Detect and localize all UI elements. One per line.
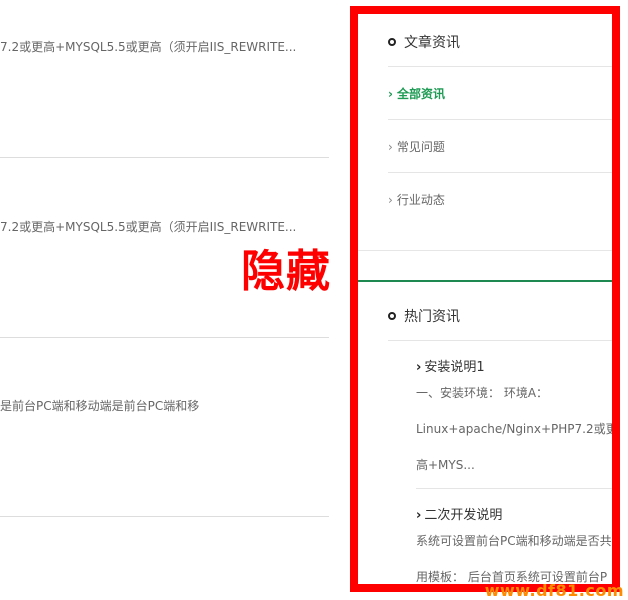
hot-section-title-text: 热门资讯 bbox=[404, 309, 460, 325]
hot-section-title: 热门资讯 bbox=[388, 306, 460, 326]
hidden-annotation-label: 隐藏 bbox=[241, 246, 331, 297]
hot-item-divider bbox=[416, 488, 612, 489]
list-item-excerpt[interactable]: 7.2或更高+MYSQL5.5或更高（须开启IIS_REWRITE... bbox=[0, 38, 329, 55]
article-list: 7.2或更高+MYSQL5.5或更高（须开启IIS_REWRITE... 7.2… bbox=[0, 0, 340, 600]
list-item-excerpt[interactable]: 7.2或更高+MYSQL5.5或更高（须开启IIS_REWRITE... bbox=[0, 218, 329, 235]
category-label: 行业动态 bbox=[396, 193, 445, 207]
chevron-right-icon: › bbox=[388, 86, 393, 101]
chevron-right-icon: › bbox=[416, 360, 422, 375]
hot-item-title-text: 安装说明1 bbox=[424, 360, 485, 375]
hot-item-title-text: 二次开发说明 bbox=[424, 508, 503, 523]
site-watermark: www.df81.com bbox=[484, 581, 624, 600]
hot-item-title[interactable]: › 二次开发说明 bbox=[416, 504, 502, 523]
chevron-right-icon: › bbox=[388, 139, 393, 154]
category-item-faq[interactable]: › 常见问题 bbox=[388, 138, 445, 155]
category-divider bbox=[388, 119, 612, 120]
chevron-right-icon: › bbox=[416, 508, 422, 523]
category-divider bbox=[388, 172, 612, 173]
hot-item-excerpt-line: Linux+apache/Nginx+PHP7.2或更 bbox=[416, 422, 618, 436]
section-divider bbox=[388, 66, 612, 67]
list-divider bbox=[0, 516, 329, 517]
section-separator bbox=[358, 250, 612, 251]
category-item-industry[interactable]: › 行业动态 bbox=[388, 191, 445, 208]
news-section-title: 文章资讯 bbox=[388, 32, 460, 52]
accent-separator bbox=[358, 280, 612, 282]
circle-bullet-icon bbox=[388, 312, 396, 320]
hot-item-excerpt-line: 系统可设置前台PC端和移动端是否共 bbox=[416, 534, 612, 548]
category-label: 常见问题 bbox=[396, 140, 445, 154]
circle-bullet-icon bbox=[388, 38, 396, 46]
list-divider bbox=[0, 157, 329, 158]
hot-item-excerpt-line: 一、安装环境： 环境A： bbox=[416, 386, 549, 400]
list-item-excerpt[interactable]: 是前台PC端和移动端是前台PC端和移 bbox=[0, 397, 329, 414]
sidebar: 文章资讯 › 全部资讯 › 常见问题 › 行业动态 热门资讯 › 安装说明1 一、… bbox=[350, 6, 620, 592]
category-label: 全部资讯 bbox=[396, 87, 445, 101]
hot-item-excerpt-line: 高+MYS... bbox=[416, 458, 475, 472]
hot-item-title[interactable]: › 安装说明1 bbox=[416, 356, 485, 375]
chevron-right-icon: › bbox=[388, 192, 393, 207]
section-divider bbox=[388, 340, 612, 341]
news-section-title-text: 文章资讯 bbox=[404, 35, 460, 51]
list-divider bbox=[0, 337, 329, 338]
category-item-all[interactable]: › 全部资讯 bbox=[388, 85, 445, 102]
